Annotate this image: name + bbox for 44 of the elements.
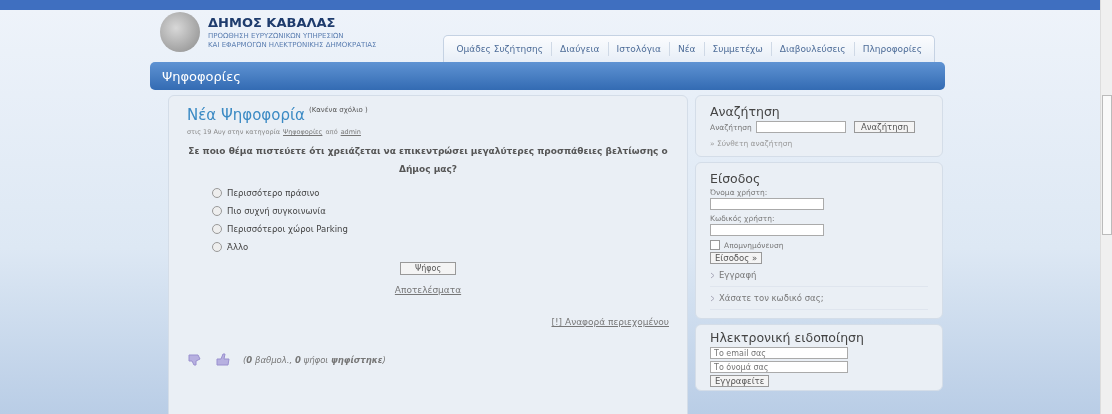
chevron-right-icon [710, 294, 715, 302]
nav-tab[interactable]: Πληροφορίες [854, 42, 930, 56]
panel-heading: Αναζήτηση [710, 104, 781, 119]
results-link[interactable]: Αποτελέσματα [394, 285, 462, 295]
radio-button[interactable] [212, 188, 222, 198]
option-label: Περισσότεροι χώροι Parking [227, 224, 348, 234]
search-field[interactable] [755, 121, 846, 133]
nav-tab[interactable]: Διαβουλεύσεις [771, 42, 855, 56]
chevron-right-icon [710, 271, 715, 279]
search-button[interactable]: Αναζήτηση [853, 121, 916, 133]
scrollbar[interactable] [1100, 0, 1112, 414]
subscribe-button[interactable]: Εγγραφείτε [710, 375, 770, 387]
report-link[interactable]: [!] Αναφορά περιεχομένου [551, 317, 669, 327]
nav-tab[interactable]: Συμμετέχω [704, 42, 772, 56]
page-title: Ψηφοφορίες [162, 68, 241, 84]
vote-button[interactable]: Ψήφος [399, 262, 457, 275]
email-field[interactable]: Το email σας [710, 347, 848, 359]
option-label: Περισσότερο πράσινο [227, 188, 320, 198]
login-button[interactable]: Είσοδος » [710, 252, 763, 264]
remember-checkbox[interactable] [710, 240, 720, 250]
radio-button[interactable] [212, 242, 222, 252]
post-title[interactable]: Νέα Ψηφοφορία [187, 106, 305, 124]
radio-button[interactable] [212, 224, 222, 234]
panel-heading: Ηλεκτρονική ειδοποίηση [710, 330, 865, 345]
nav-tab[interactable]: Ιστολόγια [608, 42, 670, 56]
coin-logo-icon [160, 12, 200, 52]
thumbs-up-icon[interactable] [215, 353, 231, 367]
nav-tab[interactable]: Διαύγεια [552, 42, 609, 56]
nav-tab[interactable]: Νέα [669, 42, 705, 56]
login-link[interactable]: Εγγραφή [719, 270, 757, 280]
site-title: ΔΗΜΟΣ ΚΑΒΑΛΑΣ [208, 14, 337, 30]
password-field[interactable] [710, 224, 824, 236]
username-field[interactable] [710, 198, 824, 210]
panel-heading: Είσοδος [710, 171, 762, 186]
poll-question: Σε ποιο θέμα πιστεύετε ότι χρειάζεται να επικεντρώσει μεγαλύτερες προσπάθειες βελτίωσης ο Δήμος μας? [187, 145, 669, 176]
radio-button[interactable] [212, 206, 222, 216]
login-link[interactable]: Χάσατε τον κωδικό σας; [719, 293, 824, 303]
scrollbar-thumb[interactable] [1102, 95, 1112, 235]
name-field[interactable]: Το όνομά σας [710, 361, 848, 373]
option-label: Πιο συχνή συγκοινωνία [227, 206, 326, 216]
thumbs-down-icon[interactable] [187, 353, 203, 367]
nav-tab[interactable]: Ομάδες Συζήτησης [448, 42, 553, 56]
rating-text: (0 βαθμολ., 0 ψήφοι ψηφίστηκε) [243, 355, 386, 365]
option-label: Άλλο [227, 242, 249, 252]
